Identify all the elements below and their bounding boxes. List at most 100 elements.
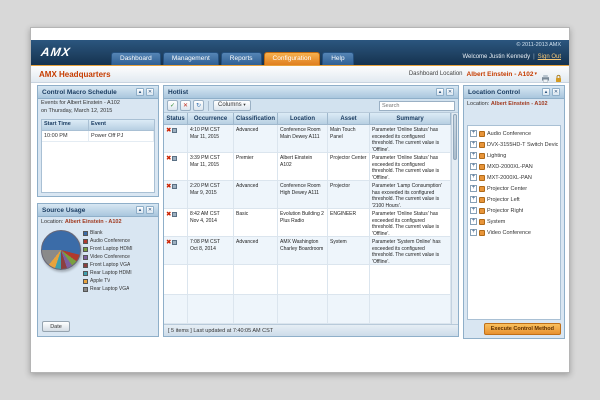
legend-item: Rear Laptop VGA (83, 285, 156, 293)
legend-swatch (83, 278, 88, 284)
alert-icon: ✖ (166, 126, 172, 134)
column-header-start-time[interactable]: Start Time (42, 120, 90, 131)
device-icon (479, 174, 485, 181)
printer-icon[interactable] (541, 70, 550, 82)
tab-dashboard[interactable]: Dashboard (111, 52, 161, 65)
legend-swatch (83, 238, 88, 244)
location-selector[interactable]: Albert Einstein - A102 ▾ (467, 71, 537, 78)
tree-item-lighting[interactable]: + Lighting (470, 150, 558, 161)
scrollbar-thumb[interactable] (453, 114, 457, 160)
separator (530, 54, 538, 60)
legend-swatch (83, 286, 88, 292)
source-usage-location: Location: Albert Einstein - A102 (41, 219, 122, 225)
expand-icon[interactable]: + (470, 218, 477, 225)
refresh-icon[interactable]: ↻ (193, 100, 204, 111)
source-usage-pie (41, 230, 81, 270)
control-macro-schedule-panel: Control Macro Schedule ▴ ✕ Events for Al… (37, 85, 159, 197)
location-value: Albert Einstein - A102 (466, 70, 534, 78)
flag-icon (172, 156, 178, 161)
table-row[interactable]: ✖ 8:42 AM CST Nov 4, 2014 Basic Evolutio… (164, 209, 451, 237)
vertical-scrollbar[interactable] (451, 113, 458, 324)
panel-body: Location: Albert Einstein - A102 + Audio … (464, 99, 564, 338)
schedule-subtitle-line1: Events for Albert Einstein - A102 (41, 100, 120, 106)
cell-location: Evolution Building 2 Plus Radio (278, 209, 328, 237)
table-row[interactable]: ✖ 4:10 PM CST Mar 11, 2015 Advanced Conf… (164, 125, 451, 153)
alert-icon: ✖ (166, 182, 172, 190)
expand-icon[interactable]: + (470, 229, 477, 236)
source-usage-panel: Source Usage ▴ ✕ Location: Albert Einste… (37, 203, 159, 337)
chevron-down-icon: ▾ (243, 103, 246, 108)
table-row[interactable]: ✖ 2:20 PM CST Mar 9, 2015 Advanced Confe… (164, 181, 451, 209)
columns-dropdown[interactable]: Columns ▾ (213, 100, 251, 111)
delete-icon[interactable]: ✕ (180, 100, 191, 111)
alert-icon: ✖ (166, 154, 172, 162)
column-header-location[interactable]: Location (278, 113, 328, 125)
cell-classification: Premier (234, 153, 278, 181)
legend-item: Rear Laptop HDMI (83, 269, 156, 277)
tree-item-dvx-switch[interactable]: + DVX-3155HD-T Switch Device (470, 139, 558, 150)
expand-icon[interactable]: + (470, 141, 477, 148)
tab-management[interactable]: Management (162, 52, 219, 65)
close-icon[interactable]: ✕ (446, 88, 454, 96)
tree-item-mxt-panel[interactable]: + MXT-2000XL-PAN (470, 172, 558, 183)
nav-tabs: Dashboard Management Reports Configurati… (111, 52, 354, 65)
panel-header: Source Usage ▴ ✕ (38, 204, 158, 217)
close-icon[interactable]: ✕ (146, 88, 154, 96)
tree-item-projector-left[interactable]: + Projector Left (470, 194, 558, 205)
execute-control-method-button[interactable]: Execute Control Method (483, 323, 561, 335)
cell-classification: Advanced (234, 237, 278, 265)
legend-swatch (83, 246, 88, 252)
tree-item-video-conference[interactable]: + Video Conference (470, 227, 558, 238)
date-button[interactable]: Date (42, 321, 70, 332)
lock-icon[interactable] (554, 70, 563, 82)
tab-configuration[interactable]: Configuration (263, 52, 321, 65)
cell-occurrence: 2:20 PM CST Mar 9, 2015 (188, 181, 234, 209)
column-header-event[interactable]: Event (89, 120, 154, 131)
expand-icon[interactable]: + (470, 130, 477, 137)
expand-icon[interactable]: + (470, 152, 477, 159)
column-header-classification[interactable]: Classification (234, 113, 278, 125)
tab-help[interactable]: Help (322, 52, 354, 65)
close-icon[interactable]: ✕ (552, 88, 560, 96)
panel-title: Hotlist (168, 88, 189, 96)
cell-asset: Main Touch Panel (328, 125, 370, 153)
column-header-occurrence[interactable]: Occurrence (188, 113, 234, 125)
panel-body: Events for Albert Einstein - A102 on Thu… (38, 99, 158, 196)
welcome-text: Welcome Justin Kennedy (462, 54, 531, 60)
table-row[interactable]: ✖ 3:39 PM CST Mar 11, 2015 Premier Alber… (164, 153, 451, 181)
expand-icon[interactable]: + (470, 174, 477, 181)
cell-asset: ENGINEER (328, 209, 370, 237)
source-usage-legend: Blank Audio Conference Front Laptop HDMI… (83, 227, 156, 293)
expand-icon[interactable]: + (470, 163, 477, 170)
expand-icon[interactable]: + (470, 185, 477, 192)
panel-title: Source Usage (42, 206, 86, 214)
legend-swatch (83, 230, 88, 236)
collapse-icon[interactable]: ▴ (136, 206, 144, 214)
app-window: AMX © 2011-2013 AMX Welcome Justin Kenne… (30, 27, 570, 373)
source-usage-chart: Blank Audio Conference Front Laptop HDMI… (38, 226, 158, 294)
schedule-row[interactable]: 10:00 PM Power Off PJ (42, 131, 154, 142)
collapse-icon[interactable]: ▴ (542, 88, 550, 96)
legend-item: Audio Conference (83, 237, 156, 245)
device-icon (479, 130, 485, 137)
tree-item-mxd-panel[interactable]: + MXD-2000XL-PAN (470, 161, 558, 172)
search-input[interactable] (379, 100, 455, 111)
table-row[interactable]: ✖ 7:08 PM CST Oct 8, 2014 Advanced AMX W… (164, 237, 451, 265)
column-header-summary[interactable]: Summary (370, 113, 451, 125)
tree-item-system[interactable]: + System (470, 216, 558, 227)
close-icon[interactable]: ✕ (146, 206, 154, 214)
expand-icon[interactable]: + (470, 196, 477, 203)
column-header-asset[interactable]: Asset (328, 113, 370, 125)
tree-item-projector-center[interactable]: + Projector Center (470, 183, 558, 194)
page-title: AMX Headquarters (39, 70, 111, 79)
acknowledge-icon[interactable]: ✓ (167, 100, 178, 111)
sign-out-link[interactable]: Sign Out (538, 54, 561, 60)
tab-reports[interactable]: Reports (220, 52, 262, 65)
column-header-status[interactable]: Status (164, 113, 188, 125)
device-icon (479, 218, 485, 225)
expand-icon[interactable]: + (470, 207, 477, 214)
tree-item-projector-right[interactable]: + Projector Right (470, 205, 558, 216)
collapse-icon[interactable]: ▴ (136, 88, 144, 96)
tree-item-audio-conference[interactable]: + Audio Conference (470, 128, 558, 139)
collapse-icon[interactable]: ▴ (436, 88, 444, 96)
